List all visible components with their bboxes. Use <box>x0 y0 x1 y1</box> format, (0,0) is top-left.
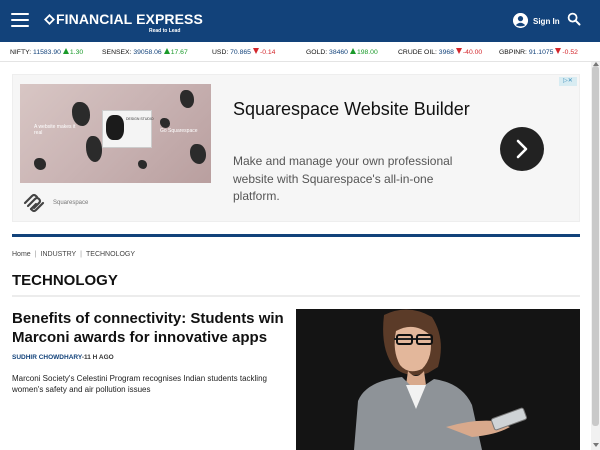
arrow-up-icon <box>62 48 69 54</box>
ad-product-panel: DESIGN STUDIO <box>102 110 154 148</box>
logo-tagline: Read to Lead <box>149 28 181 34</box>
rock-shape <box>190 144 206 164</box>
ticker-item-usd[interactable]: USD: 70.865 -0.14 <box>212 48 275 56</box>
logo-mark-icon <box>44 14 55 25</box>
breadcrumb-technology[interactable]: TECHNOLOGY <box>86 251 135 258</box>
rock-shape <box>34 158 46 170</box>
article-summary: Marconi Society's Celestini Program reco… <box>12 374 267 394</box>
title-divider <box>12 295 580 297</box>
user-avatar-icon <box>513 13 528 28</box>
article-author[interactable]: SUDHIR CHOWDHARY <box>12 354 82 361</box>
breadcrumb: Home | INDUSTRY | TECHNOLOGY <box>12 251 136 258</box>
rock-shape <box>72 102 90 126</box>
arrow-down-icon <box>252 48 259 54</box>
page-scrollbar[interactable] <box>591 62 600 450</box>
portrait-shape <box>106 115 124 140</box>
scroll-down-arrow-icon[interactable] <box>593 443 599 447</box>
section-divider <box>12 234 580 237</box>
scrollbar-thumb[interactable] <box>592 66 599 426</box>
logo-text: FINANCIAL EXPRESS <box>56 11 203 27</box>
ticker-item-nifty[interactable]: NIFTY: 11583.90 1.30 <box>10 48 83 56</box>
sign-in-button[interactable]: Sign In <box>513 13 560 31</box>
market-ticker: NIFTY: 11583.90 1.30 SENSEX: 39058.06 17.6… <box>0 42 600 62</box>
woman-with-phone-image <box>296 309 580 450</box>
rock-shape <box>160 118 170 128</box>
article-headline[interactable]: Benefits of connectivity: Students win M… <box>12 309 292 347</box>
article-time: -11 H AGO <box>81 354 114 361</box>
ticker-item-crude-oil[interactable]: CRUDE OIL: 3968 -40.00 <box>398 48 482 56</box>
squarespace-logo-icon <box>23 193 45 213</box>
breadcrumb-home[interactable]: Home <box>12 251 31 258</box>
sign-in-label: Sign In <box>533 17 560 26</box>
rock-shape <box>138 160 147 169</box>
arrow-down-icon <box>455 48 462 54</box>
search-icon[interactable] <box>567 12 581 26</box>
rock-shape <box>86 136 102 162</box>
chevron-right-icon <box>516 139 528 159</box>
ad-title[interactable]: Squarespace Website Builder <box>233 97 473 121</box>
top-navigation-bar: FINANCIAL EXPRESS Read to Lead Sign In <box>0 0 600 42</box>
breadcrumb-industry[interactable]: INDUSTRY <box>41 251 77 258</box>
arrow-up-icon <box>163 48 170 54</box>
ad-next-button[interactable] <box>500 127 544 171</box>
article-image[interactable] <box>296 309 580 450</box>
ticker-item-sensex[interactable]: SENSEX: 39058.06 17.67 <box>102 48 188 56</box>
arrow-down-icon <box>555 48 562 54</box>
page-title: TECHNOLOGY <box>12 272 118 289</box>
advertisement[interactable]: ▷✕ DESIGN STUDIO A website makes it real… <box>12 74 580 222</box>
ticker-item-gold[interactable]: GOLD: 38460 198.00 <box>306 48 378 56</box>
hamburger-menu-icon[interactable] <box>11 13 29 28</box>
arrow-up-icon <box>349 48 356 54</box>
ticker-item-gbpinr[interactable]: GBPINR: 91.1075 -0.52 <box>499 48 578 56</box>
scroll-up-arrow-icon[interactable] <box>593 62 599 66</box>
ad-description: Make and manage your own professional we… <box>233 154 453 203</box>
ad-image[interactable]: DESIGN STUDIO A website makes it real Go… <box>20 84 211 183</box>
rock-shape <box>180 90 194 108</box>
ad-brand-name: Squarespace <box>53 200 89 206</box>
adchoices-icon[interactable]: ▷✕ <box>559 77 577 86</box>
article-byline: SUDHIR CHOWDHARY-11 H AGO <box>12 354 114 361</box>
